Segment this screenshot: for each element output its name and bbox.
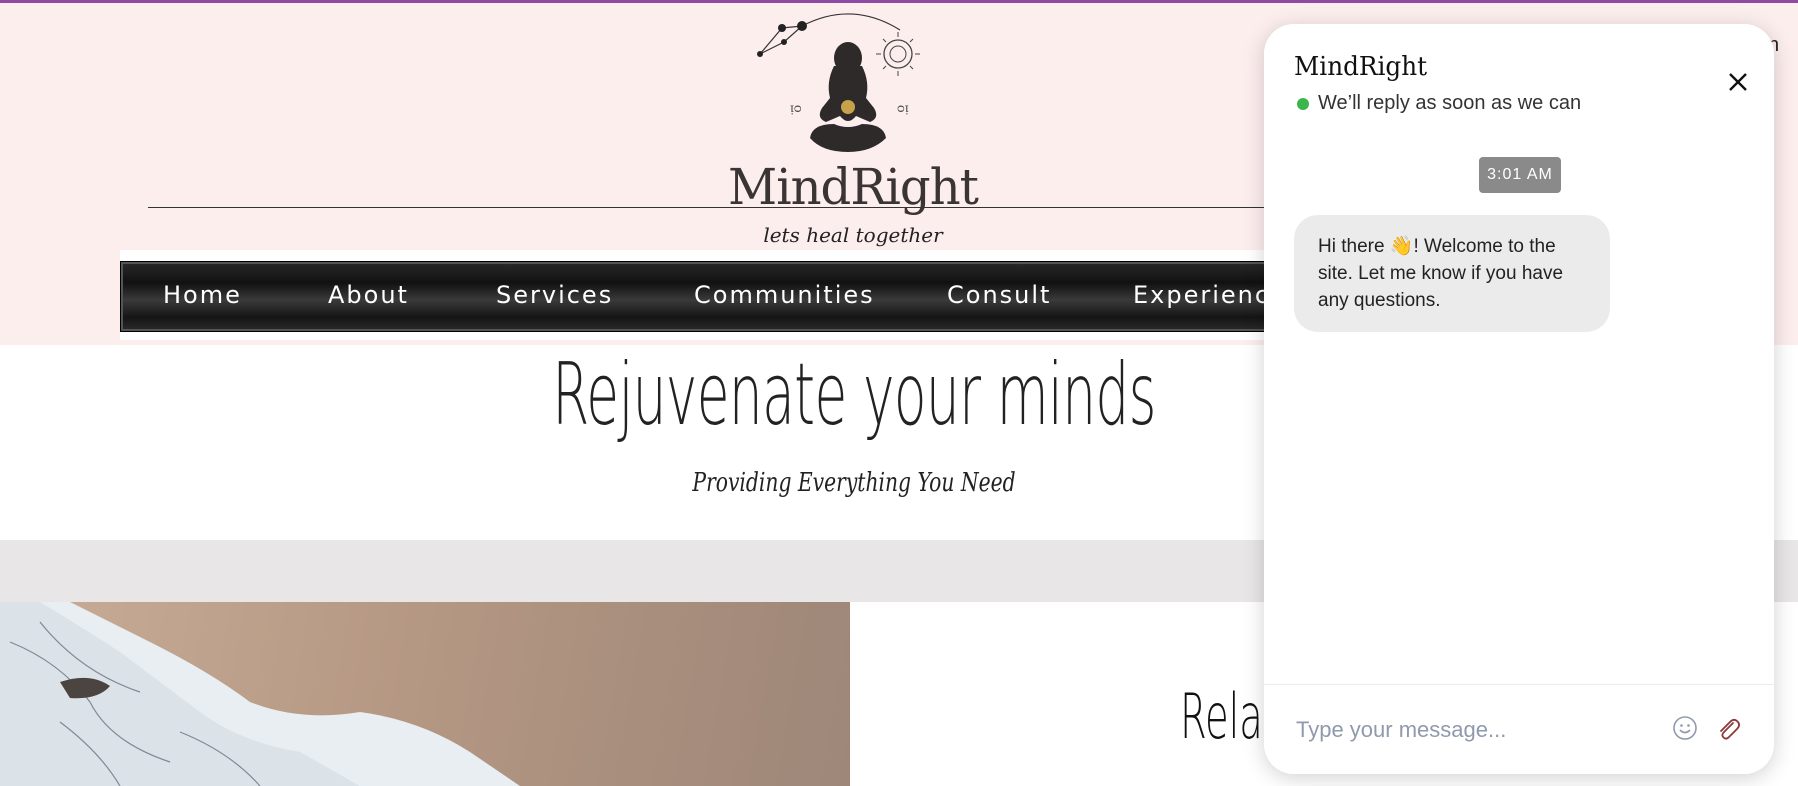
nav-item-communities[interactable]: Communities <box>694 281 875 309</box>
chat-composer <box>1264 684 1774 774</box>
logo-tagline: lets heal together <box>763 223 944 247</box>
main-navigation: Home About Services Communities Consult … <box>120 261 1272 332</box>
svg-text:ᴉᴑ: ᴉᴑ <box>790 101 802 115</box>
svg-text:ᴑᴉ: ᴑᴉ <box>897 101 909 115</box>
chat-title: MindRight <box>1294 52 1428 82</box>
chat-status: We’ll reply as soon as we can <box>1318 92 1582 114</box>
chat-message-input[interactable] <box>1294 711 1658 749</box>
chat-widget: MindRight We’ll reply as soon as we can … <box>1264 24 1774 774</box>
attach-file-button[interactable] <box>1714 715 1742 743</box>
shoreline-image-icon <box>0 602 520 786</box>
welcome-message-bubble: Hi there 👋! Welcome to the site. Let me … <box>1294 215 1610 332</box>
logo-wordmark: MindRight <box>728 158 979 216</box>
hero-title: Rejuvenate your minds <box>552 345 1156 445</box>
online-status-icon <box>1297 98 1309 110</box>
nav-item-home[interactable]: Home <box>163 281 242 309</box>
nav-item-consult[interactable]: Consult <box>947 281 1051 309</box>
nav-item-about[interactable]: About <box>328 281 409 309</box>
beach-aerial-image <box>0 602 850 786</box>
chat-header: MindRight We’ll reply as soon as we can <box>1264 24 1774 144</box>
emoji-button[interactable] <box>1672 715 1698 741</box>
chat-messages[interactable]: 3:01 AM Hi there 👋! Welcome to the site.… <box>1264 144 1774 684</box>
meditation-logo-icon: ᴉᴑ ᴑᴉ MindRight lets heal together <box>728 13 980 247</box>
close-icon <box>1729 73 1747 91</box>
nav-item-services[interactable]: Services <box>496 281 613 309</box>
message-timestamp: 3:01 AM <box>1479 157 1561 193</box>
close-chat-button[interactable] <box>1724 68 1752 96</box>
paperclip-icon <box>1720 718 1741 740</box>
site-logo[interactable]: ᴉᴑ ᴑᴉ MindRight lets heal together <box>722 6 984 252</box>
smiley-icon <box>1673 716 1697 740</box>
header-divider <box>148 207 1278 208</box>
nav-item-experience[interactable]: Experience <box>1133 281 1271 309</box>
